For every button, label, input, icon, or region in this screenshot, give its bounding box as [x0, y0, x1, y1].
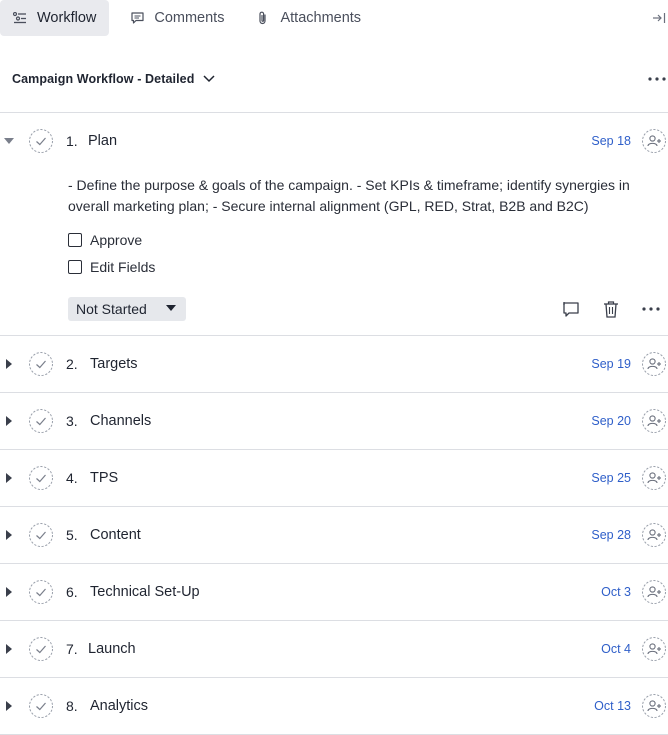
caret-right-icon[interactable] — [4, 473, 14, 483]
step-description-line: overall marketing plan; - Secure interna… — [68, 198, 589, 214]
step-complete-check-icon[interactable] — [28, 522, 54, 548]
step-number: 5. — [66, 527, 78, 543]
step-row-launch[interactable]: 7. Launch Oct 4 — [0, 621, 668, 678]
more-options-icon[interactable] — [641, 299, 661, 319]
trash-icon[interactable] — [601, 299, 621, 319]
tab-workflow[interactable]: Workflow — [0, 0, 110, 36]
comment-icon — [130, 11, 144, 25]
tab-label: Comments — [154, 10, 225, 26]
step-name: Launch — [88, 641, 136, 657]
workflow-icon — [13, 11, 27, 25]
tab-comments[interactable]: Comments — [117, 0, 237, 36]
collapse-panel-icon[interactable] — [650, 9, 668, 27]
step-name: Technical Set-Up — [90, 584, 200, 600]
step-name: Analytics — [90, 698, 149, 714]
step-name: Targets — [90, 356, 138, 372]
checklist-item-edit-fields[interactable]: Edit Fields — [68, 259, 155, 275]
step-complete-check-icon[interactable] — [28, 465, 54, 491]
step-number: 2. — [66, 356, 78, 372]
status-dropdown[interactable]: Not Started — [68, 297, 186, 321]
step-complete-check-icon[interactable] — [28, 636, 54, 662]
workflow-header: Campaign Workflow - Detailed — [0, 60, 668, 98]
step-complete-check-icon[interactable] — [28, 408, 54, 434]
caret-right-icon[interactable] — [4, 587, 14, 597]
step-due-date[interactable]: Sep 25 — [591, 471, 631, 485]
tab-attachments[interactable]: Attachments — [243, 0, 374, 36]
step-due-date[interactable]: Oct 4 — [601, 642, 631, 656]
caret-down-icon[interactable] — [4, 136, 14, 146]
step-name: Channels — [90, 413, 152, 429]
step-row-tps[interactable]: 4. TPS Sep 25 — [0, 450, 668, 507]
step-name: Content — [90, 527, 141, 543]
step-number: 4. — [66, 470, 78, 486]
assign-user-icon[interactable] — [641, 128, 667, 154]
step-name: TPS — [90, 470, 119, 486]
step-number: 3. — [66, 413, 78, 429]
checkbox[interactable] — [68, 260, 82, 274]
step-number: 7. — [66, 641, 78, 657]
step-row-channels[interactable]: 3. Channels Sep 20 — [0, 393, 668, 450]
caret-down-icon — [166, 305, 176, 311]
status-label: Not Started — [76, 301, 147, 317]
more-options-icon[interactable] — [648, 71, 666, 87]
step-description: - Define the purpose & goals of the camp… — [68, 175, 668, 217]
caret-right-icon[interactable] — [4, 416, 14, 426]
step-number: 6. — [66, 584, 78, 600]
assign-user-icon[interactable] — [641, 351, 667, 377]
step-complete-check-icon[interactable] — [28, 128, 54, 154]
step-row-content[interactable]: 5. Content Sep 28 — [0, 507, 668, 564]
paperclip-icon — [256, 11, 270, 25]
add-comment-icon[interactable] — [561, 299, 581, 319]
step-due-date[interactable]: Oct 3 — [601, 585, 631, 599]
step-due-date[interactable]: Sep 20 — [591, 414, 631, 428]
chevron-down-icon[interactable] — [202, 72, 216, 86]
caret-right-icon[interactable] — [4, 359, 14, 369]
assign-user-icon[interactable] — [641, 522, 667, 548]
step-due-date[interactable]: Oct 13 — [594, 699, 631, 713]
assign-user-icon[interactable] — [641, 579, 667, 605]
step-name: Plan — [88, 133, 118, 149]
checklist-label: Edit Fields — [90, 259, 156, 275]
step-row-plan[interactable]: 1. Plan Sep 18 — [0, 113, 668, 170]
step-number: 8. — [66, 698, 78, 714]
step-description-line: - Define the purpose & goals of the camp… — [68, 177, 630, 193]
step-complete-check-icon[interactable] — [28, 579, 54, 605]
workflow-title[interactable]: Campaign Workflow - Detailed — [12, 72, 194, 86]
tab-label: Workflow — [37, 10, 97, 26]
step-complete-check-icon[interactable] — [28, 693, 54, 719]
step-row-technical-set-up[interactable]: 6. Technical Set-Up Oct 3 — [0, 564, 668, 621]
step-due-date[interactable]: Sep 18 — [591, 134, 631, 148]
tab-bar: Workflow Comments Attachments — [0, 0, 668, 36]
caret-right-icon[interactable] — [4, 530, 14, 540]
checkbox[interactable] — [68, 233, 82, 247]
step-number: 1. — [66, 133, 78, 149]
assign-user-icon[interactable] — [641, 636, 667, 662]
step-row-analytics[interactable]: 8. Analytics Oct 13 — [0, 678, 668, 735]
tab-label: Attachments — [280, 10, 362, 26]
assign-user-icon[interactable] — [641, 693, 667, 719]
step-due-date[interactable]: Sep 28 — [591, 528, 631, 542]
caret-right-icon[interactable] — [4, 701, 14, 711]
checklist-label: Approve — [90, 232, 143, 248]
step-complete-check-icon[interactable] — [28, 351, 54, 377]
assign-user-icon[interactable] — [641, 408, 667, 434]
assign-user-icon[interactable] — [641, 465, 667, 491]
step-row-targets[interactable]: 2. Targets Sep 19 — [0, 336, 668, 393]
checklist-item-approve[interactable]: Approve — [68, 232, 142, 248]
caret-right-icon[interactable] — [4, 644, 14, 654]
step-due-date[interactable]: Sep 19 — [591, 357, 631, 371]
